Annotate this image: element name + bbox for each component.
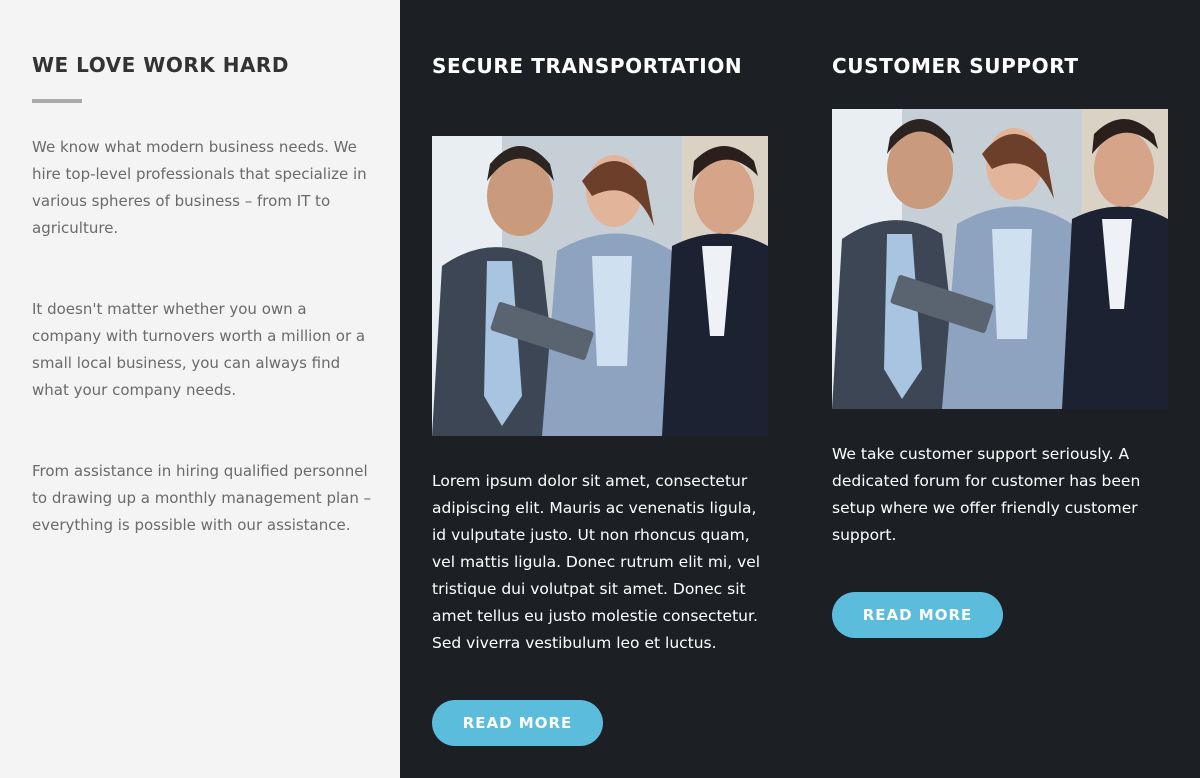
service-title: SECURE TRANSPORTATION: [432, 54, 743, 78]
team-photo: [832, 109, 1168, 409]
intro-heading: WE LOVE WORK HARD: [32, 53, 289, 77]
service-description: We take customer support seriously. A de…: [832, 445, 1141, 544]
intro-panel: WE LOVE WORK HARD We know what modern bu…: [0, 0, 400, 778]
service-description: Lorem ipsum dolor sit amet, consectetur …: [432, 472, 761, 652]
read-more-button[interactable]: READ MORE: [432, 700, 603, 746]
intro-paragraph-1: We know what modern business needs. We h…: [32, 138, 367, 237]
service-title: CUSTOMER SUPPORT: [832, 54, 1079, 78]
intro-paragraph-2: It doesn't matter whether you own a comp…: [32, 300, 366, 399]
intro-paragraph-3: From assistance in hiring qualified pers…: [32, 462, 372, 534]
heading-divider: [32, 99, 82, 103]
read-more-button[interactable]: READ MORE: [832, 592, 1003, 638]
team-photo: [432, 136, 768, 436]
